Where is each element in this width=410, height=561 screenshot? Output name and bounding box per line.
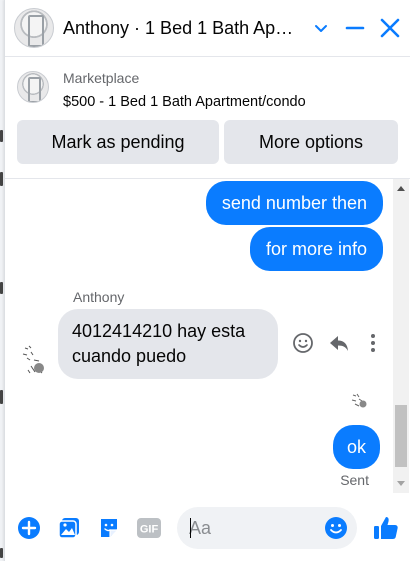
outgoing-message[interactable]: send number then bbox=[205, 181, 383, 225]
scroll-down-arrow[interactable] bbox=[397, 481, 405, 486]
marketplace-listing-panel: Marketplace $500 - 1 Bed 1 Bath Apartmen… bbox=[5, 57, 410, 179]
chat-title[interactable]: Anthony · 1 Bed 1 Bath Apartment/condo bbox=[63, 18, 303, 39]
outgoing-message[interactable]: ok bbox=[332, 425, 380, 469]
close-icon[interactable] bbox=[376, 14, 404, 42]
more-actions-icon[interactable] bbox=[359, 329, 387, 357]
marketplace-label: Marketplace bbox=[63, 70, 140, 86]
outgoing-message[interactable]: for more info bbox=[249, 227, 383, 271]
sender-avatar[interactable] bbox=[17, 342, 49, 378]
chat-header: Anthony · 1 Bed 1 Bath Apartment/condo bbox=[5, 0, 410, 57]
message-composer: GIF bbox=[5, 497, 410, 561]
svg-text:GIF: GIF bbox=[140, 524, 159, 536]
listing-thumbnail[interactable] bbox=[17, 71, 49, 103]
incoming-message[interactable]: 4012414210 hay esta cuando puedo bbox=[58, 309, 278, 379]
chat-window: Anthony · 1 Bed 1 Bath Apartment/condo M… bbox=[4, 0, 410, 561]
message-input[interactable] bbox=[189, 507, 319, 549]
scroll-up-arrow[interactable] bbox=[397, 186, 405, 191]
reply-icon[interactable] bbox=[325, 329, 353, 357]
text-caret bbox=[190, 518, 191, 538]
scroll-thumb[interactable] bbox=[395, 405, 407, 467]
gif-icon[interactable]: GIF bbox=[136, 515, 162, 541]
sender-name: Anthony bbox=[73, 289, 125, 305]
react-emoji-icon[interactable] bbox=[289, 329, 317, 357]
chevron-down-icon[interactable] bbox=[307, 14, 335, 42]
mark-as-pending-button[interactable]: Mark as pending bbox=[17, 120, 219, 164]
listing-title[interactable]: $500 - 1 Bed 1 Bath Apartment/condo bbox=[63, 94, 306, 110]
photo-icon[interactable] bbox=[56, 515, 82, 541]
message-list: send number then for more info Anthony 4… bbox=[5, 179, 410, 493]
add-circle-icon[interactable] bbox=[16, 515, 42, 541]
sticker-icon[interactable] bbox=[96, 515, 122, 541]
apartment-photo-avatar[interactable] bbox=[14, 8, 54, 48]
more-options-button[interactable]: More options bbox=[224, 120, 398, 164]
message-scrollbar[interactable] bbox=[393, 179, 409, 493]
seen-by-avatar bbox=[350, 392, 368, 410]
thumbs-up-icon[interactable] bbox=[371, 513, 401, 543]
message-status: Sent bbox=[340, 472, 369, 488]
minus-icon[interactable] bbox=[341, 14, 369, 42]
message-input-wrapper bbox=[177, 507, 357, 549]
emoji-icon[interactable] bbox=[323, 515, 349, 541]
